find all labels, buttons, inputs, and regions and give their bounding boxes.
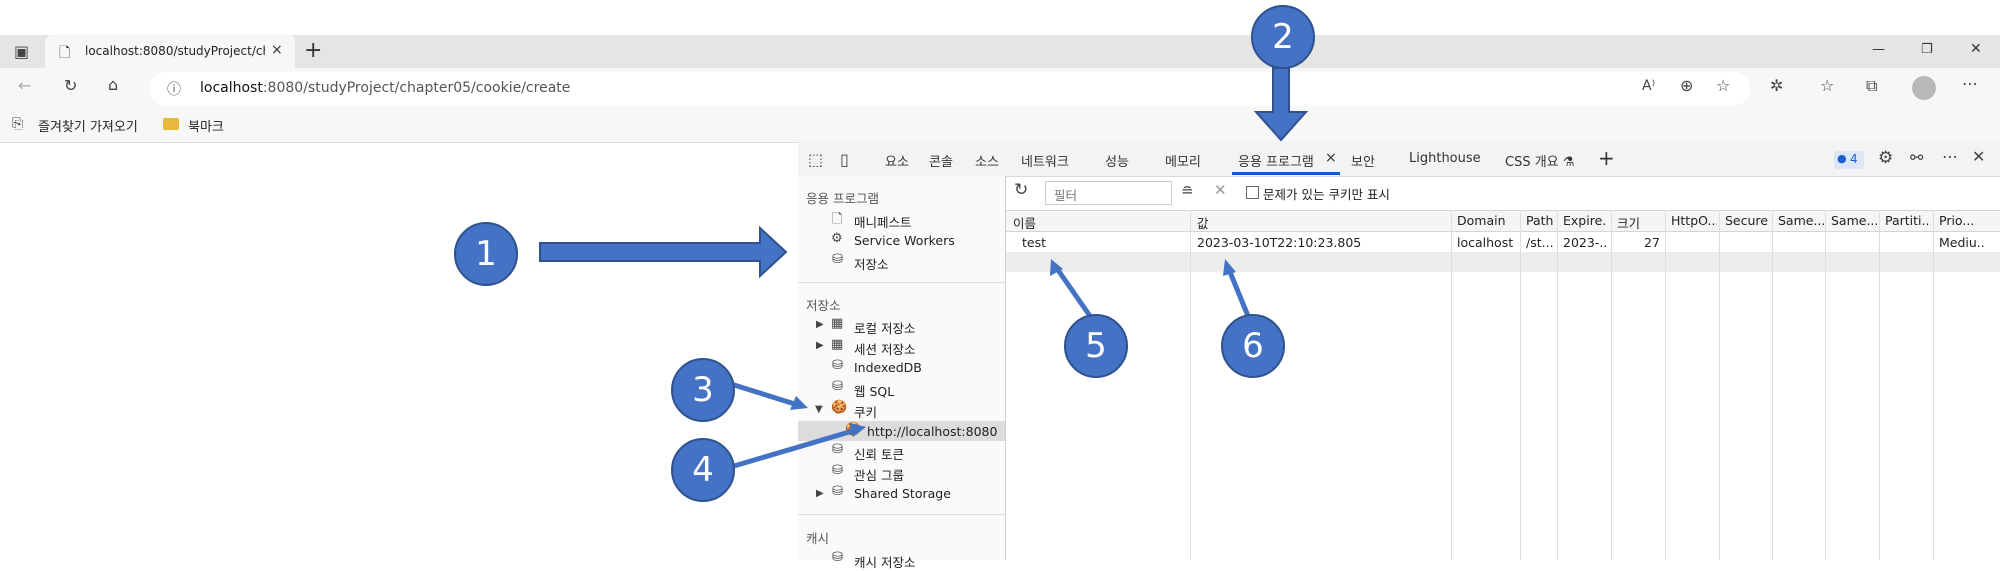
annotation-1: 1 (454, 222, 518, 286)
arrow-5 (1055, 268, 1093, 318)
annotation-5: 5 (1064, 314, 1128, 378)
annotation-2: 2 (1251, 5, 1315, 69)
arrow-4 (733, 427, 857, 469)
arrow-6-head (1223, 259, 1236, 276)
arrow-6 (1227, 271, 1251, 317)
annotation-6: 6 (1221, 314, 1285, 378)
annotation-4: 4 (671, 438, 735, 502)
annotation-arrows (539, 67, 1309, 469)
annotation-3: 3 (671, 358, 735, 422)
arrow-4-head (850, 423, 866, 437)
arrow-3 (730, 381, 799, 408)
arrow-2 (1253, 67, 1309, 142)
arrow-1 (539, 225, 788, 279)
